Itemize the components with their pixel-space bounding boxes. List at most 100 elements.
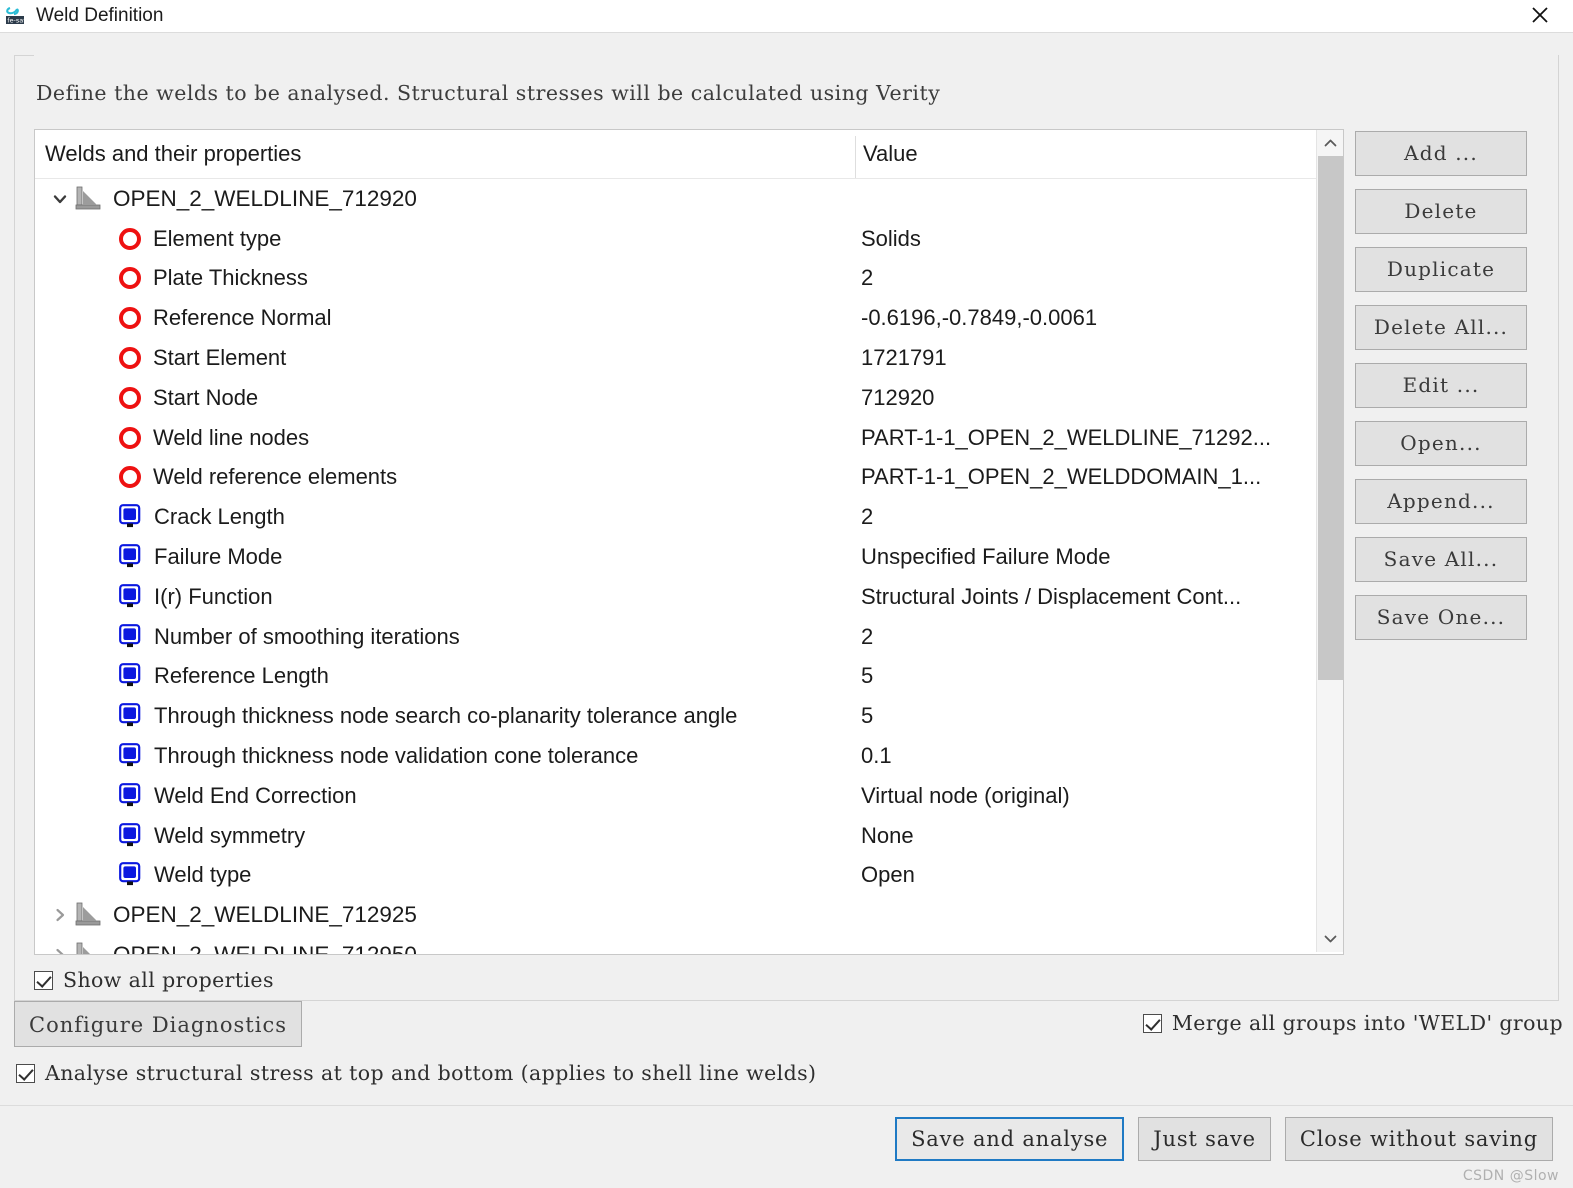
blue-square-icon (119, 703, 143, 729)
scroll-up-arrow-icon[interactable] (1317, 130, 1343, 156)
tree-property-value[interactable]: 2 (861, 624, 1331, 650)
weld-definition-dialog: Define the welds to be analysed. Structu… (0, 32, 1573, 1188)
close-icon[interactable] (1517, 0, 1563, 30)
tree-property-value[interactable]: Unspecified Failure Mode (861, 544, 1331, 570)
tree-row[interactable]: OPEN_2_WELDLINE_712950 (35, 935, 1343, 954)
tree-row[interactable]: Number of smoothing iterations 2 (35, 617, 1343, 657)
column-divider[interactable] (855, 136, 856, 178)
add-button[interactable]: Add ... (1355, 131, 1527, 176)
tree-row[interactable]: Plate Thickness 2 (35, 259, 1343, 299)
tree-property-value[interactable]: 712920 (861, 385, 1331, 411)
blue-square-icon (119, 504, 143, 530)
save-one-button[interactable]: Save One... (1355, 595, 1527, 640)
tree-property-value[interactable]: None (861, 823, 1331, 849)
tree-row[interactable]: Start Node 712920 (35, 378, 1343, 418)
open-button[interactable]: Open... (1355, 421, 1527, 466)
tree-row[interactable]: Through thickness node validation cone t… (35, 736, 1343, 776)
tree-property-label: Element type (153, 225, 282, 251)
tree-row[interactable]: Weld line nodes PART-1-1_OPEN_2_WELDLINE… (35, 418, 1343, 458)
save-and-analyse-button[interactable]: Save and analyse (895, 1117, 1125, 1161)
tree-row-label-cell: Weld line nodes (35, 425, 861, 451)
tree-row[interactable]: Weld symmetry None (35, 816, 1343, 856)
tree-row[interactable]: I(r) Function Structural Joints / Displa… (35, 577, 1343, 617)
tree-property-value[interactable]: -0.6196,-0.7849,-0.0061 (861, 305, 1331, 331)
edit-button[interactable]: Edit ... (1355, 363, 1527, 408)
red-ring-icon (119, 347, 141, 370)
tree-property-label: Weld reference elements (153, 464, 398, 490)
tree-property-value[interactable]: Structural Joints / Displacement Cont... (861, 584, 1331, 610)
blue-square-icon (119, 544, 143, 570)
tree-row-label-cell: Weld type (35, 862, 861, 888)
tree-row[interactable]: Reference Normal -0.6196,-0.7849,-0.0061 (35, 298, 1343, 338)
configure-diagnostics-button[interactable]: Configure Diagnostics (14, 1001, 302, 1047)
tree-property-label: Weld symmetry (154, 822, 306, 848)
chevron-down-icon[interactable] (45, 184, 75, 214)
tree-property-value[interactable]: Open (861, 862, 1331, 888)
red-ring-icon (119, 227, 141, 250)
tree-property-value[interactable]: 1721791 (861, 345, 1331, 371)
tree-row[interactable]: OPEN_2_WELDLINE_712925 (35, 895, 1343, 935)
tree-row[interactable]: Failure Mode Unspecified Failure Mode (35, 537, 1343, 577)
tree-property-value[interactable]: 5 (861, 703, 1331, 729)
close-without-saving-button[interactable]: Close without saving (1284, 1117, 1553, 1161)
weld-line-icon (75, 186, 103, 212)
duplicate-button[interactable]: Duplicate (1355, 247, 1527, 292)
analyse-top-bottom-label: Analyse structural stress at top and bot… (45, 1061, 817, 1085)
tree-header: Welds and their properties Value (35, 130, 1343, 179)
blue-square-icon (119, 583, 143, 610)
column-header-value: Value (863, 141, 918, 166)
tree-row-label-cell: Reference Length (35, 663, 861, 689)
blue-square-icon (119, 623, 143, 650)
merge-groups-checkbox[interactable]: Merge all groups into 'WELD' group (1142, 1011, 1563, 1035)
tree-property-value[interactable]: 2 (861, 265, 1331, 291)
scroll-down-arrow-icon[interactable] (1317, 926, 1343, 952)
tree-row[interactable]: Weld End Correction Virtual node (origin… (35, 776, 1343, 816)
tree-property-label: Reference Length (154, 663, 329, 689)
delete-all-button[interactable]: Delete All... (1355, 305, 1527, 350)
tree-property-value[interactable]: 2 (861, 504, 1331, 530)
tree-row-label-cell: Reference Normal (35, 305, 861, 331)
tree-row-label-cell: Weld reference elements (35, 464, 861, 490)
blue-square-icon (119, 782, 143, 809)
tree-row[interactable]: Start Element 1721791 (35, 338, 1343, 378)
tree-row-label-cell: Weld End Correction (35, 783, 861, 809)
chevron-right-icon[interactable] (45, 940, 75, 954)
tree-property-label: Failure Mode (154, 544, 283, 570)
red-ring-icon (119, 307, 141, 330)
watermark: CSDN @Slow (1462, 1168, 1559, 1184)
tree-row[interactable]: Through thickness node search co-planari… (35, 696, 1343, 736)
append-button[interactable]: Append... (1355, 479, 1527, 524)
weld-line-icon (75, 942, 103, 954)
chevron-right-icon[interactable] (45, 900, 75, 930)
scrollbar-thumb[interactable] (1318, 156, 1343, 680)
tree-property-value[interactable]: 5 (861, 663, 1331, 689)
tree-row[interactable]: Element type Solids (35, 219, 1343, 259)
tree-row-label-cell: Through thickness node search co-planari… (35, 703, 861, 729)
window-titlebar: fe-safe Weld Definition (0, 0, 1573, 32)
tree-row[interactable]: Weld type Open (35, 856, 1343, 896)
red-ring-icon (119, 386, 141, 409)
tree-row[interactable]: OPEN_2_WELDLINE_712920 (35, 179, 1343, 219)
checkbox-box[interactable] (1142, 1013, 1162, 1033)
tree-row-label-cell: Through thickness node validation cone t… (35, 743, 861, 769)
tree-vertical-scrollbar[interactable] (1316, 130, 1343, 952)
analyse-top-bottom-checkbox[interactable]: Analyse structural stress at top and bot… (16, 1061, 816, 1085)
just-save-button[interactable]: Just save (1138, 1117, 1271, 1161)
show-all-properties-checkbox[interactable]: Show all properties (34, 968, 274, 992)
tree-row[interactable]: Reference Length 5 (35, 657, 1343, 697)
tree-property-value[interactable]: Virtual node (original) (861, 783, 1331, 809)
save-all-button[interactable]: Save All... (1355, 537, 1527, 582)
tree-property-label: Crack Length (154, 504, 285, 530)
tree-property-value[interactable]: 0.1 (861, 743, 1331, 769)
checkbox-box[interactable] (16, 1063, 35, 1083)
weld-line-icon (75, 902, 103, 928)
tree-property-value[interactable]: Solids (861, 226, 1331, 252)
tree-row[interactable]: Crack Length 2 (35, 497, 1343, 537)
checkbox-box[interactable] (34, 970, 53, 990)
tree-row-label-cell: Failure Mode (35, 544, 861, 570)
welds-tree-panel[interactable]: Welds and their properties Value OPEN_2_… (34, 129, 1344, 955)
delete-button[interactable]: Delete (1355, 189, 1527, 234)
tree-property-value[interactable]: PART-1-1_OPEN_2_WELDDOMAIN_1... (861, 464, 1331, 490)
tree-row[interactable]: Weld reference elements PART-1-1_OPEN_2_… (35, 458, 1343, 498)
tree-property-value[interactable]: PART-1-1_OPEN_2_WELDLINE_71292... (861, 425, 1331, 451)
